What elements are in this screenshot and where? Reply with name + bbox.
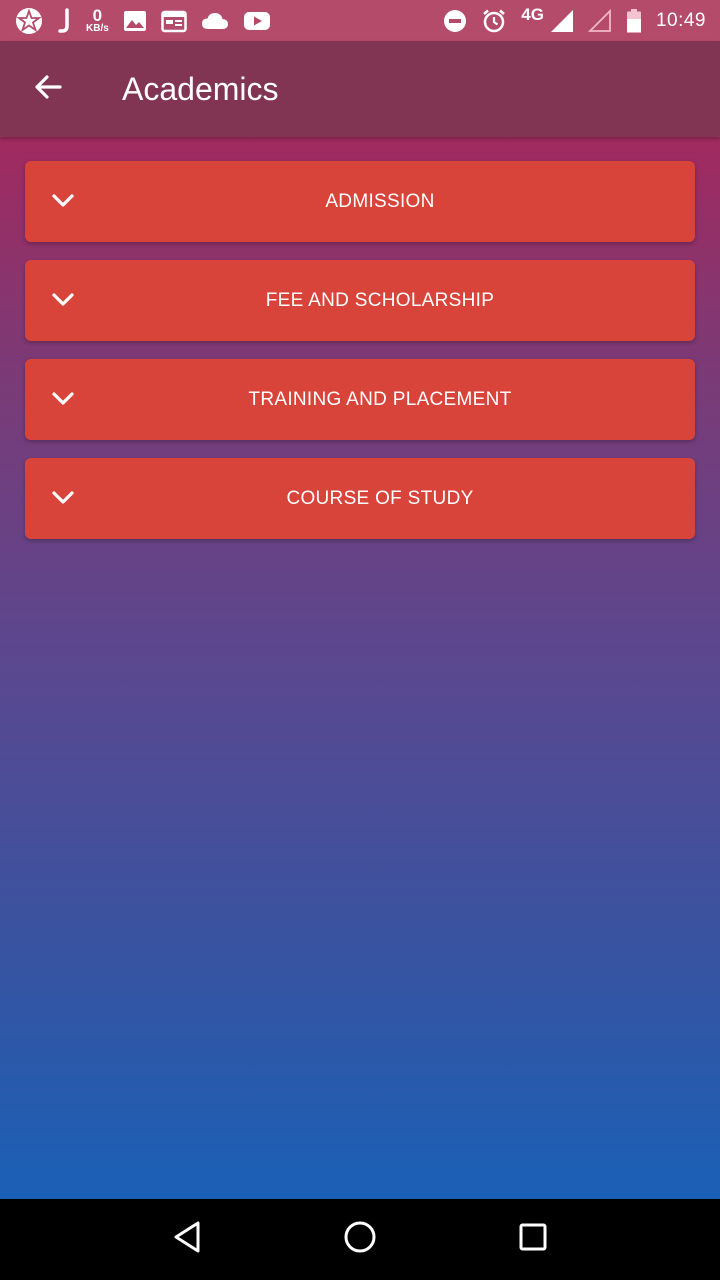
accordion-label: TRAINING AND PLACEMENT	[248, 388, 512, 410]
arrow-left-icon	[33, 72, 63, 107]
signal-empty-icon	[587, 8, 612, 33]
calendar-icon	[161, 9, 187, 33]
image-icon	[123, 10, 147, 32]
chevron-down-icon	[51, 288, 75, 312]
chevron-down-icon	[51, 486, 75, 510]
network-type: 4G	[521, 4, 544, 24]
speed-value: 0	[92, 6, 103, 25]
status-bar-left: 0 KB/s	[14, 0, 271, 41]
accordion-label: COURSE OF STUDY	[286, 487, 474, 509]
nav-back-button[interactable]	[157, 1210, 217, 1270]
recents-square-icon	[518, 1222, 548, 1257]
chevron-down-icon	[51, 387, 75, 411]
status-time: 10:49	[655, 9, 706, 31]
back-button[interactable]	[0, 41, 96, 137]
accordion-label: FEE AND SCHOLARSHIP	[265, 289, 495, 311]
chevron-down-icon	[51, 189, 75, 213]
content-area: ADMISSION FEE AND SCHOLARSHIP TRAINING A…	[0, 137, 720, 1199]
back-triangle-icon	[172, 1220, 202, 1259]
accordion-item-fee-and-scholarship[interactable]: FEE AND SCHOLARSHIP	[25, 260, 695, 341]
youtube-icon	[243, 11, 271, 31]
status-bar: 0 KB/s 4G 10:49	[0, 0, 720, 41]
accordion-item-course-of-study[interactable]: COURSE OF STUDY	[25, 458, 695, 539]
status-bar-right: 4G 10:49	[443, 0, 706, 41]
speed-unit: KB/s	[86, 23, 109, 34]
home-circle-icon	[343, 1220, 377, 1259]
signal-icon	[550, 9, 574, 33]
accordion-item-admission[interactable]: ADMISSION	[25, 161, 695, 242]
accordion-item-training-and-placement[interactable]: TRAINING AND PLACEMENT	[25, 359, 695, 440]
alarm-icon	[481, 8, 507, 34]
app-bar: Academics	[0, 41, 720, 137]
battery-icon	[626, 8, 642, 34]
nav-recents-button[interactable]	[503, 1210, 563, 1270]
j-icon	[58, 7, 72, 34]
cloud-icon	[201, 11, 229, 31]
nav-home-button[interactable]	[330, 1210, 390, 1270]
page-title: Academics	[122, 70, 279, 107]
system-nav-bar	[0, 1199, 720, 1280]
accordion-label: ADMISSION	[325, 190, 435, 212]
network-speed: 0 KB/s	[86, 7, 109, 34]
app-star-icon	[14, 6, 44, 36]
dnd-icon	[443, 9, 467, 33]
